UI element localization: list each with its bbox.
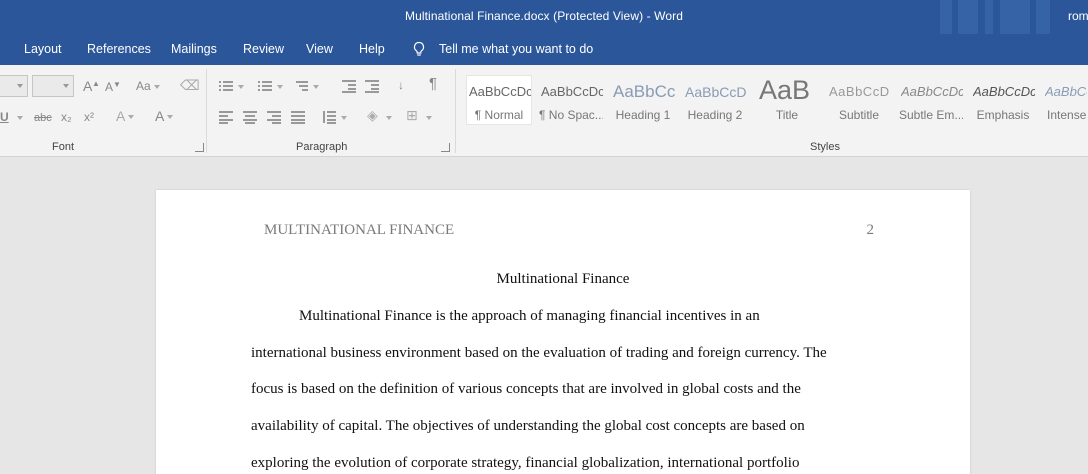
style-sample: AaBbCc bbox=[613, 82, 675, 101]
style-name: ¶ Normal bbox=[474, 108, 524, 122]
shrink-font-button[interactable]: A bbox=[105, 80, 113, 94]
shading-dropdown-icon[interactable] bbox=[383, 110, 392, 124]
font-dialog-launcher[interactable] bbox=[195, 143, 204, 152]
style-sample: AaB bbox=[759, 75, 811, 105]
borders-icon[interactable]: ⊞ bbox=[406, 108, 418, 122]
style-name: ¶ No Spac... bbox=[539, 108, 603, 122]
page-header-text: MULTINATIONAL FINANCE bbox=[264, 222, 455, 238]
group-separator bbox=[206, 69, 207, 153]
multilevel-list-icon[interactable] bbox=[296, 80, 310, 92]
style-sample: AaBbCcDc bbox=[973, 84, 1035, 99]
line-spacing-dropdown-icon[interactable] bbox=[338, 110, 347, 124]
style-emphasis[interactable]: AaBbCcDc Emphasis bbox=[970, 75, 1036, 125]
style-subtle-emphasis[interactable]: AaBbCcDc Subtle Em... bbox=[898, 75, 964, 125]
style-sample: AaBbCcDc bbox=[901, 84, 963, 99]
account-name[interactable]: rom bbox=[1068, 9, 1088, 23]
decrease-indent-icon[interactable] bbox=[342, 80, 356, 93]
text-effects-icon: A bbox=[116, 108, 126, 124]
style-normal[interactable]: AaBbCcDc ¶ Normal bbox=[466, 75, 532, 125]
style-title[interactable]: AaB Title bbox=[754, 75, 820, 125]
style-heading-1[interactable]: AaBbCc Heading 1 bbox=[610, 75, 676, 125]
style-heading-2[interactable]: AaBbCcD Heading 2 bbox=[682, 75, 748, 125]
style-subtitle[interactable]: AaBbCcD Subtitle bbox=[826, 75, 892, 125]
bullets-icon[interactable] bbox=[219, 80, 233, 92]
paragraph-line: availability of capital. The objectives … bbox=[251, 418, 805, 434]
change-case-label: Aa bbox=[136, 79, 151, 93]
style-name: Subtitle bbox=[838, 108, 880, 122]
style-name: Subtle Em... bbox=[899, 108, 963, 122]
font-color-icon: A bbox=[155, 108, 165, 124]
show-formatting-marks-icon[interactable]: ¶ bbox=[429, 76, 437, 91]
ribbon: A ▲ A ▼ Aa ⌫ U abc x₂ x² A A Font ↓ ¶ ◈ … bbox=[0, 65, 1088, 157]
font-name-combo[interactable] bbox=[0, 75, 28, 97]
group-separator bbox=[455, 69, 456, 153]
paragraph-line: Multinational Finance is the approach of… bbox=[299, 308, 760, 324]
ribbon-tabs: Layout References Mailings Review View H… bbox=[0, 34, 1088, 65]
document-title: Multinational Finance bbox=[496, 271, 630, 287]
shading-icon[interactable]: ◈ bbox=[367, 108, 378, 122]
style-sample: AaBbCcDc bbox=[469, 84, 531, 99]
change-case-button[interactable]: Aa bbox=[136, 79, 160, 93]
style-name: Intense bbox=[1047, 108, 1087, 122]
paragraph-line: focus is based on the definition of vari… bbox=[251, 381, 801, 397]
shrink-font-arrow-icon: ▼ bbox=[113, 80, 121, 89]
title-bar: Multinational Finance.docx (Protected Vi… bbox=[0, 0, 1088, 34]
tab-review[interactable]: Review bbox=[243, 42, 284, 56]
tab-mailings[interactable]: Mailings bbox=[171, 42, 217, 56]
font-group-label: Font bbox=[52, 141, 75, 153]
paragraph-group-label: Paragraph bbox=[296, 141, 348, 153]
tab-help[interactable]: Help bbox=[359, 42, 385, 56]
font-size-combo[interactable] bbox=[32, 75, 74, 97]
style-name: Heading 1 bbox=[615, 108, 671, 122]
style-name: Heading 2 bbox=[687, 108, 743, 122]
style-sample: AaBbCcDc bbox=[1045, 84, 1087, 99]
tab-view[interactable]: View bbox=[306, 42, 333, 56]
align-right-icon[interactable] bbox=[267, 111, 281, 124]
style-intense-emphasis[interactable]: AaBbCcDc Intense bbox=[1042, 75, 1088, 125]
style-name: Title bbox=[775, 108, 799, 122]
styles-group-label: Styles bbox=[810, 141, 840, 153]
style-no-spacing[interactable]: AaBbCcDc ¶ No Spac... bbox=[538, 75, 604, 125]
subscript-button[interactable]: x₂ bbox=[61, 110, 72, 124]
numbering-icon[interactable] bbox=[258, 80, 272, 92]
strikethrough-button[interactable]: abc bbox=[34, 111, 52, 125]
borders-dropdown-icon[interactable] bbox=[423, 110, 432, 124]
style-sample: AaBbCcD bbox=[685, 84, 747, 100]
style-sample: AaBbCcD bbox=[829, 84, 890, 99]
underline-button[interactable]: U bbox=[0, 110, 9, 124]
tab-references[interactable]: References bbox=[87, 42, 151, 56]
style-sample: AaBbCcDc bbox=[541, 84, 603, 99]
underline-dropdown-icon[interactable] bbox=[14, 110, 23, 124]
font-color-button[interactable]: A bbox=[155, 108, 174, 124]
window-title: Multinational Finance.docx (Protected Vi… bbox=[404, 9, 683, 23]
justify-icon[interactable] bbox=[291, 111, 305, 124]
grow-font-arrow-icon: ▲ bbox=[92, 79, 100, 88]
text-effects-button[interactable]: A bbox=[116, 108, 135, 124]
bullets-dropdown-icon[interactable] bbox=[235, 79, 244, 93]
document-page[interactable]: MULTINATIONAL FINANCE 2 Multinational Fi… bbox=[156, 190, 970, 474]
tab-layout[interactable]: Layout bbox=[24, 42, 62, 56]
align-center-icon[interactable] bbox=[243, 111, 257, 124]
sort-icon[interactable]: ↓ bbox=[398, 78, 404, 92]
superscript-button[interactable]: x² bbox=[84, 110, 94, 124]
grow-font-button[interactable]: A bbox=[83, 79, 92, 93]
style-name: Emphasis bbox=[976, 108, 1030, 122]
align-left-icon[interactable] bbox=[219, 111, 233, 124]
tell-me-search[interactable]: Tell me what you want to do bbox=[439, 42, 593, 56]
clear-formatting-icon[interactable]: ⌫ bbox=[180, 78, 200, 92]
increase-indent-icon[interactable] bbox=[365, 80, 379, 93]
paragraph-dialog-launcher[interactable] bbox=[441, 143, 450, 152]
line-spacing-icon[interactable] bbox=[322, 111, 336, 124]
paragraph-line: exploring the evolution of corporate str… bbox=[251, 455, 800, 471]
numbering-dropdown-icon[interactable] bbox=[274, 79, 283, 93]
lightbulb-icon[interactable] bbox=[412, 41, 426, 58]
multilevel-list-dropdown-icon[interactable] bbox=[310, 79, 319, 93]
paragraph-line: international business environment based… bbox=[251, 345, 827, 361]
page-number: 2 bbox=[866, 222, 875, 238]
